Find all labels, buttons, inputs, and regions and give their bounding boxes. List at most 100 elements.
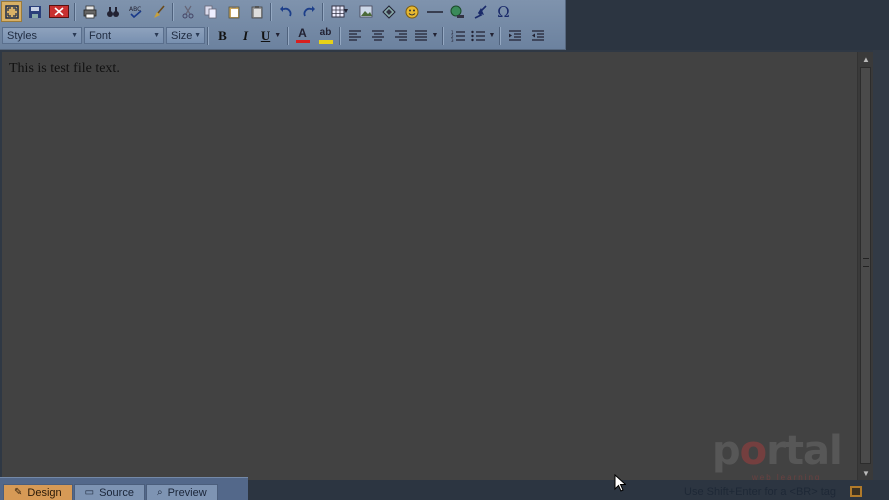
- special-char-button[interactable]: Ω: [493, 1, 514, 22]
- tab-preview-label: Preview: [167, 486, 207, 499]
- paste-word-icon: [251, 5, 262, 18]
- clean-button[interactable]: [148, 1, 169, 22]
- chevron-down-icon: ▼: [488, 32, 496, 39]
- scroll-down-arrow-icon[interactable]: ▼: [858, 466, 874, 480]
- mode-tabs: ✎ Design ▭ Source ⌕ Preview: [0, 477, 248, 500]
- align-center-button[interactable]: [367, 25, 388, 46]
- editor-text[interactable]: This is test file text.: [9, 61, 120, 77]
- font-color-button[interactable]: A: [292, 25, 313, 46]
- font-color-letter: A: [298, 26, 307, 40]
- align-left-button[interactable]: [344, 25, 365, 46]
- chevron-down-icon: ▼: [342, 8, 350, 15]
- bullet-list-icon: [470, 30, 485, 41]
- bold-icon: B: [218, 27, 227, 43]
- resize-icon[interactable]: [850, 486, 862, 497]
- numbered-list-button[interactable]: 123: [447, 25, 468, 46]
- font-dropdown[interactable]: Font ▼: [84, 27, 164, 44]
- cancel-button[interactable]: [47, 1, 71, 22]
- separator: [322, 2, 324, 21]
- paste-from-word-button[interactable]: [246, 1, 267, 22]
- cut-icon: [182, 5, 193, 18]
- italic-icon: I: [242, 27, 249, 43]
- print-icon: [83, 5, 96, 18]
- spellcheck-button[interactable]: ABC: [125, 1, 146, 22]
- highlight-icon: ab: [318, 26, 333, 44]
- fullscreen-button[interactable]: [1, 1, 22, 22]
- paste-button[interactable]: [223, 1, 244, 22]
- horizontal-rule-button[interactable]: [424, 1, 445, 22]
- emoticon-button[interactable]: [401, 1, 422, 22]
- flash-icon: [474, 4, 487, 19]
- editor-toolbar: ABC ▼ Ω Styles ▼ Font ▼ Size ▼ B I U ▼ A…: [0, 0, 566, 50]
- fullscreen-icon: [4, 4, 19, 19]
- right-edge: [873, 50, 889, 480]
- separator: [499, 26, 501, 45]
- preview-icon: ⌕: [156, 487, 163, 498]
- styles-dropdown[interactable]: Styles ▼: [2, 27, 82, 44]
- svg-text:3: 3: [451, 38, 454, 42]
- italic-button[interactable]: I: [235, 25, 256, 46]
- emoticon-icon: [405, 5, 418, 18]
- tab-source-label: Source: [99, 486, 134, 499]
- print-button[interactable]: [79, 1, 100, 22]
- clean-icon: [153, 4, 165, 18]
- editor-content-area[interactable]: This is test file text.: [2, 52, 857, 480]
- bullet-list-button[interactable]: ▼: [470, 25, 496, 46]
- watermark-suffix: rtal: [766, 428, 843, 474]
- font-dropdown-label: Font: [89, 29, 112, 42]
- omega-icon: Ω: [497, 2, 510, 21]
- status-hint: Use Shift+Enter for a <BR> tag: [684, 486, 836, 498]
- indent-icon: [508, 29, 521, 41]
- separator: [287, 26, 289, 45]
- table-button[interactable]: ▼: [327, 1, 353, 22]
- align-right-icon: [394, 29, 407, 41]
- hyperlink-icon: [450, 5, 464, 18]
- source-icon: ▭: [84, 487, 95, 498]
- redo-button[interactable]: [298, 1, 319, 22]
- tab-preview[interactable]: ⌕ Preview: [145, 484, 218, 500]
- find-button[interactable]: [102, 1, 123, 22]
- watermark-o: o: [739, 428, 768, 474]
- highlight-button[interactable]: ab: [315, 25, 336, 46]
- save-button[interactable]: [24, 1, 45, 22]
- align-left-icon: [348, 29, 361, 41]
- horizontal-rule-icon: [426, 10, 443, 13]
- bold-button[interactable]: B: [212, 25, 233, 46]
- font-color-icon: A: [295, 26, 310, 43]
- highlight-swatch: [318, 39, 333, 44]
- scrollbar-thumb[interactable]: [860, 67, 871, 464]
- save-icon: [28, 5, 41, 18]
- tab-source[interactable]: ▭ Source: [73, 484, 145, 500]
- flash-button[interactable]: [470, 1, 491, 22]
- separator: [442, 26, 444, 45]
- chevron-down-icon: ▼: [431, 32, 439, 39]
- cut-button[interactable]: [177, 1, 198, 22]
- indent-button[interactable]: [504, 25, 525, 46]
- tab-design[interactable]: ✎ Design: [3, 484, 73, 500]
- highlight-letters: ab: [319, 26, 332, 38]
- underline-button[interactable]: U ▼: [258, 25, 284, 46]
- undo-icon: [279, 5, 291, 16]
- scroll-up-arrow-icon[interactable]: ▲: [858, 52, 874, 66]
- separator: [74, 2, 76, 21]
- justify-button[interactable]: ▼: [413, 25, 439, 46]
- undo-button[interactable]: [275, 1, 296, 22]
- portal-watermark-logo: portal: [712, 428, 843, 474]
- align-right-button[interactable]: [390, 25, 411, 46]
- vertical-scrollbar[interactable]: ▲ ▼: [857, 52, 874, 480]
- chevron-down-icon: ▼: [274, 32, 282, 39]
- outdent-button[interactable]: [527, 25, 548, 46]
- cancel-icon: [49, 5, 69, 18]
- chevron-down-icon: ▼: [194, 32, 201, 39]
- justify-icon: [414, 29, 427, 41]
- font-color-swatch: [295, 40, 310, 43]
- copy-button[interactable]: [200, 1, 221, 22]
- hyperlink-button[interactable]: [447, 1, 468, 22]
- spellcheck-icon: ABC: [129, 6, 142, 18]
- image-icon: [359, 5, 372, 18]
- anchor-button[interactable]: [378, 1, 399, 22]
- image-button[interactable]: [355, 1, 376, 22]
- size-dropdown[interactable]: Size ▼: [166, 27, 205, 44]
- watermark-prefix: p: [712, 428, 741, 474]
- separator: [270, 2, 272, 21]
